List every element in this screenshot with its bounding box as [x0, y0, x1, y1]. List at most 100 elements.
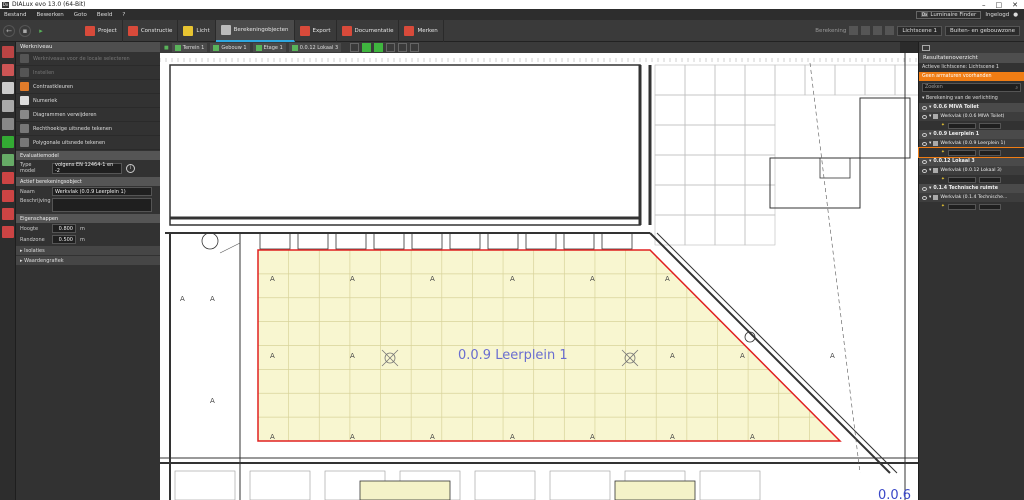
tab-export[interactable]: Export: [295, 19, 337, 42]
calc-options-icon[interactable]: [861, 26, 871, 35]
result-value-row[interactable]: ✦: [919, 121, 1024, 130]
grid-tool-icon[interactable]: [2, 172, 14, 184]
visibility-icon[interactable]: [922, 114, 927, 119]
settings-icon[interactable]: [885, 26, 895, 35]
tool-item[interactable]: Instellen: [16, 66, 160, 80]
monitor-icon[interactable]: [922, 44, 930, 51]
result-group[interactable]: ▾ 0.0.6 MIVA Toilet: [919, 103, 1024, 112]
eye-tool-icon[interactable]: [2, 154, 14, 166]
breadcrumb-building[interactable]: Gebouw 1: [210, 43, 250, 52]
visibility-icon[interactable]: [922, 195, 927, 200]
tool-item[interactable]: Polygonale uitsnede tekenen: [16, 136, 160, 150]
back-icon[interactable]: ←: [3, 24, 15, 37]
results-search[interactable]: Zoeken ⌕: [922, 83, 1021, 92]
plan-icon[interactable]: ■: [164, 45, 169, 51]
plan-canvas[interactable]: AAAAAAAAAAAAAAAAAAAAA 0.0.9 Leerplein 1 …: [160, 53, 918, 500]
floor-tile: [744, 94, 776, 126]
info-icon[interactable]: i: [126, 163, 135, 173]
breadcrumb-floor[interactable]: Etage 1: [252, 43, 286, 52]
result-group[interactable]: ▾ 0.1.4 Technische ruimte: [919, 184, 1024, 193]
tab-documentatie[interactable]: Documentatie: [337, 19, 400, 42]
stop-icon[interactable]: [873, 26, 883, 35]
chevron-down-icon[interactable]: ▾: [929, 168, 931, 173]
result-value-row[interactable]: ✦: [919, 202, 1024, 211]
visibility-icon[interactable]: [922, 141, 927, 146]
layers-tool-icon[interactable]: [2, 82, 14, 94]
maximize-icon[interactable]: □: [996, 1, 1003, 9]
isolines-section[interactable]: ▸ Isolaties: [16, 246, 160, 255]
tool-item[interactable]: Numeriek: [16, 94, 160, 108]
value-chart-section[interactable]: ▸ Waardengrafiek: [16, 256, 160, 265]
measure-tool-icon[interactable]: [2, 190, 14, 202]
calc-icon[interactable]: [849, 26, 859, 35]
result-value-row[interactable]: ✦: [919, 175, 1024, 184]
tab-licht[interactable]: Licht: [178, 19, 216, 42]
view-option-select[interactable]: Buiten- en gebouwzone: [944, 25, 1020, 36]
menu-view[interactable]: Beeld: [97, 12, 113, 18]
luminaire-finder-button[interactable]: Dx Luminaire Finder: [915, 10, 982, 19]
calc-section-header[interactable]: ▾ Berekening van de verlichting: [919, 94, 1024, 103]
chevron-down-icon[interactable]: ▾: [929, 114, 931, 119]
chevron-down-icon[interactable]: ▾: [929, 141, 931, 146]
name-input[interactable]: Werkvlak (0.0.9 Leerplein 1): [52, 187, 152, 196]
snap-icon[interactable]: [350, 43, 360, 52]
visibility-icon[interactable]: [922, 105, 927, 110]
result-item[interactable]: ▾ Werkvlak (0.1.4 Technische...: [919, 193, 1024, 202]
tab-merken[interactable]: Merken: [399, 19, 444, 42]
menu-file[interactable]: Bestand: [4, 12, 27, 18]
dimension-icon[interactable]: [386, 43, 396, 52]
lightscene-select[interactable]: Lichtscene 1: [897, 25, 942, 36]
play-icon[interactable]: ▸: [35, 25, 47, 37]
green-view-icon[interactable]: [362, 43, 372, 52]
visibility-icon[interactable]: [922, 159, 927, 164]
calc-surface-icon[interactable]: [2, 208, 14, 220]
tool-item[interactable]: Rechthoekige uitsnede tekenen: [16, 122, 160, 136]
result-item[interactable]: ▾ Werkvlak (0.0.6 MIVA Toilet): [919, 112, 1024, 121]
chevron-down-icon[interactable]: ▾: [929, 132, 931, 137]
expand-icon[interactable]: [410, 43, 420, 52]
result-group[interactable]: ▾ 0.0.9 Leerplein 1: [919, 130, 1024, 139]
description-input[interactable]: [52, 198, 152, 212]
border-zone-input[interactable]: 0.500: [52, 235, 76, 244]
height-input[interactable]: 0.800: [52, 224, 76, 233]
login-status[interactable]: Ingelogd: [985, 12, 1009, 18]
tab-constructie[interactable]: Constructie: [123, 19, 179, 42]
tool-item[interactable]: Diagrammen verwijderen: [16, 108, 160, 122]
type-model-select[interactable]: volgens EN 12464-1 en -2: [52, 162, 122, 174]
chevron-down-icon[interactable]: ▾: [929, 195, 931, 200]
tab-berekeningobjecten[interactable]: Berekeningobjecten: [215, 19, 295, 42]
result-value-row[interactable]: ✦: [918, 147, 1024, 158]
exit-tool-icon[interactable]: [2, 136, 14, 148]
door-tool-icon[interactable]: [2, 100, 14, 112]
menu-edit[interactable]: Bewerken: [37, 12, 64, 18]
save-icon[interactable]: ▪: [19, 24, 31, 37]
result-group-title: 0.1.4 Technische ruimte: [933, 186, 998, 191]
wall-tool-icon[interactable]: [2, 46, 14, 58]
visibility-icon[interactable]: [922, 186, 927, 191]
breadcrumb-site[interactable]: Terrein 1: [171, 43, 208, 52]
tool-item[interactable]: Contrastkleuren: [16, 80, 160, 94]
result-tool-icon[interactable]: [2, 226, 14, 238]
cube-tool-icon[interactable]: [2, 64, 14, 76]
window-tool-icon[interactable]: [2, 118, 14, 130]
window-bay: [411, 232, 443, 250]
tool-item[interactable]: Werkniveaus voor de locale selecteren: [16, 52, 160, 66]
menu-goto[interactable]: Goto: [74, 12, 87, 18]
result-group[interactable]: ▾ 0.0.12 Lokaal 3: [919, 157, 1024, 166]
visibility-icon[interactable]: [922, 132, 927, 137]
menu-help[interactable]: ?: [122, 12, 125, 18]
breadcrumb-room[interactable]: 0.0.12 Lokaal 3: [288, 43, 342, 52]
chevron-down-icon[interactable]: ▾: [929, 186, 931, 191]
tab-project[interactable]: Project: [80, 19, 123, 42]
floor-plan[interactable]: A A A A A AA A A AA A A A A A AAAAA 0.0.9 Leerplein 1 …: [160, 53, 918, 500]
result-item[interactable]: ▾ Werkvlak (0.0.12 Lokaal 3): [919, 166, 1024, 175]
chevron-down-icon[interactable]: ▾: [929, 159, 931, 164]
close-icon[interactable]: ✕: [1012, 1, 1018, 9]
user-icon[interactable]: ●: [1013, 12, 1018, 18]
green-view2-icon[interactable]: [374, 43, 384, 52]
zoom-fit-icon[interactable]: [398, 43, 408, 52]
chevron-down-icon[interactable]: ▾: [929, 105, 931, 110]
result-item[interactable]: ▾ Werkvlak (0.0.9 Leerplein 1): [919, 139, 1024, 148]
visibility-icon[interactable]: [922, 168, 927, 173]
minimize-icon[interactable]: –: [982, 1, 986, 9]
